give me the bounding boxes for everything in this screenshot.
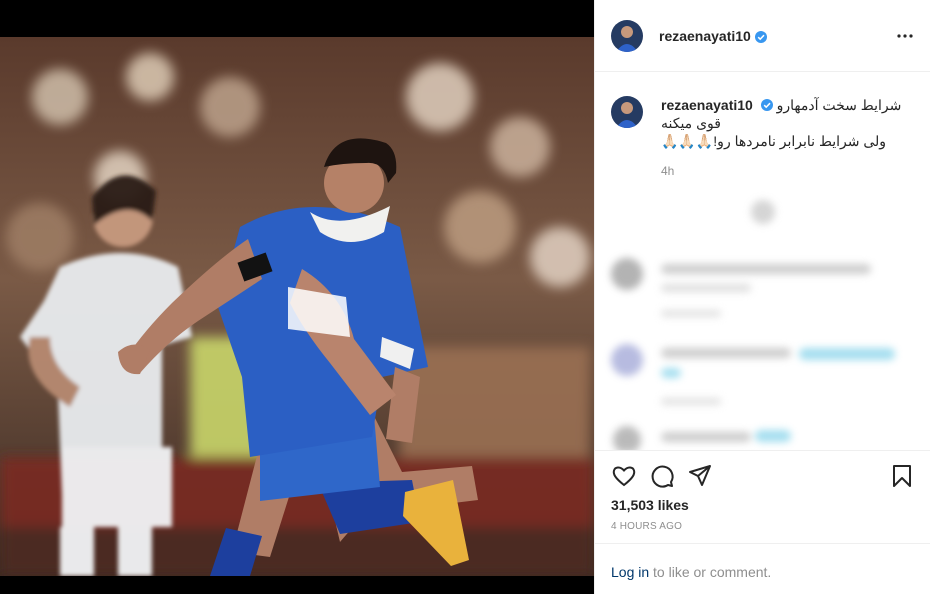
verified-badge-icon [760,97,773,111]
caption-line: قوی میکنه [661,115,721,131]
avatar[interactable] [611,19,643,52]
caption-line: شرایط سخت آدمهارو [776,97,902,113]
verified-badge-icon [754,30,767,43]
login-prompt-text: to like or comment. [649,564,772,580]
caption-line: ولی شرایط نابرابر نامردها رو!🙏🏻🙏🏻🙏🏻 [661,133,887,149]
caption-username[interactable]: rezaenayati10 [661,97,753,113]
comment-icon[interactable] [649,463,675,489]
caption-timestamp[interactable]: 4h [661,164,674,178]
share-icon[interactable] [687,463,713,489]
post-header: rezaenayati10 [595,0,930,72]
post-timestamp[interactable]: 4 HOURS AGO [611,521,682,532]
likes-count[interactable]: 31,503 likes [611,497,689,513]
login-prompt: Log in to like or comment. [595,543,930,594]
instagram-post: rezaenayati10 rezaenayati10 شرایط سخت آد… [0,0,930,594]
bookmark-icon[interactable] [889,463,915,489]
post-actions: 31,503 likes 4 HOURS AGO Log in to like … [595,450,930,594]
blurred-comments [595,192,930,450]
more-options-icon[interactable] [895,26,915,46]
comments-section: rezaenayati10 شرایط سخت آدمهارو قوی میکن… [595,72,930,450]
action-icons [611,463,915,489]
login-link[interactable]: Log in [611,564,649,580]
post-sidebar: rezaenayati10 rezaenayati10 شرایط سخت آد… [594,0,930,594]
heart-icon[interactable] [611,463,637,489]
caption-avatar[interactable] [611,96,643,128]
caption-body: rezaenayati10 شرایط سخت آدمهارو قوی میکن… [661,96,915,178]
post-photo [0,37,594,576]
post-media[interactable] [0,0,594,594]
header-username[interactable]: rezaenayati10 [659,28,751,44]
